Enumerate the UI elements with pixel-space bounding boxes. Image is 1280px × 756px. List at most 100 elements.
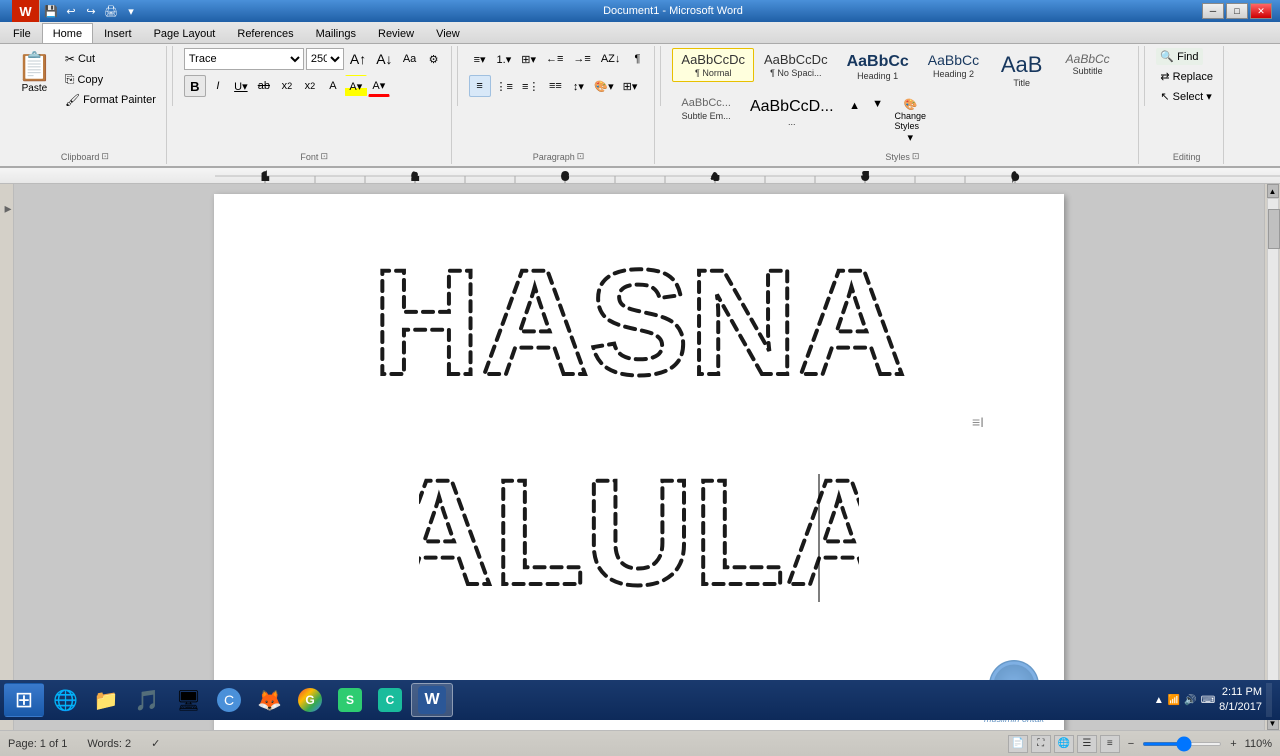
- cut-button[interactable]: ✂ Cut: [61, 50, 160, 68]
- outline-button[interactable]: ☰: [1077, 735, 1097, 753]
- text-line-1-svg: HASNA: [369, 244, 909, 404]
- tab-view[interactable]: View: [425, 23, 471, 43]
- separator-2: [457, 46, 458, 106]
- style-no-spacing[interactable]: AaBbCcDc ¶ No Spaci...: [755, 48, 837, 82]
- underline-button[interactable]: U▾: [230, 75, 252, 97]
- office-button[interactable]: W: [12, 0, 40, 22]
- select-button[interactable]: ↖ Select ▾: [1156, 88, 1215, 105]
- text-effects-button[interactable]: A: [322, 75, 344, 97]
- taskbar-right: ▲ 📶 🔊 ⌨ 2:11 PM 8/1/2017: [1154, 683, 1276, 717]
- close-button[interactable]: ✕: [1250, 3, 1272, 19]
- tab-mailings[interactable]: Mailings: [305, 23, 367, 43]
- taskbar-app2[interactable]: S: [331, 683, 369, 717]
- borders-button[interactable]: ⊞▾: [619, 75, 642, 97]
- numbering-button[interactable]: 1.▾: [493, 48, 516, 70]
- print-quick-btn[interactable]: 🖨: [102, 2, 120, 20]
- styles-scroll-down[interactable]: ▼: [867, 93, 889, 115]
- align-right-button[interactable]: ≡⋮: [518, 75, 543, 97]
- align-center-button[interactable]: ⋮≡: [492, 75, 517, 97]
- start-button[interactable]: ⊞: [4, 683, 44, 717]
- styles-expand-icon[interactable]: ⊡: [912, 151, 920, 162]
- change-styles-button[interactable]: 🎨 ChangeStyles ▾: [890, 93, 932, 149]
- styles-scroll-up[interactable]: ▲: [844, 95, 866, 117]
- shading-button[interactable]: 🎨▾: [590, 75, 617, 97]
- sort-button[interactable]: AZ↓: [597, 48, 625, 70]
- taskbar-app3[interactable]: C: [371, 683, 409, 717]
- full-screen-button[interactable]: ⛶: [1031, 735, 1051, 753]
- format-painter-button[interactable]: 🖌 Format Painter: [61, 91, 160, 109]
- print-layout-button[interactable]: 📄: [1008, 735, 1028, 753]
- taskbar-app1[interactable]: C: [210, 683, 248, 717]
- show-desktop-button[interactable]: [1266, 683, 1272, 717]
- style-normal[interactable]: AaBbCcDc ¶ Normal: [672, 48, 754, 82]
- paste-button[interactable]: 📋 Paste: [10, 48, 59, 99]
- font-dialog-button[interactable]: ⚙: [423, 48, 445, 70]
- taskbar-media[interactable]: 🎵: [128, 683, 167, 717]
- zoom-in-icon[interactable]: +: [1230, 738, 1236, 750]
- taskbar-display[interactable]: 🖥: [169, 683, 208, 717]
- shrink-font-button[interactable]: A↓: [372, 48, 396, 70]
- taskbar-firefox[interactable]: 🦊: [250, 683, 289, 717]
- grow-font-button[interactable]: A↑: [346, 48, 370, 70]
- document-area[interactable]: HASNA ALULA m: [14, 184, 1264, 730]
- subscript-button[interactable]: x2: [276, 75, 298, 97]
- minimize-button[interactable]: ─: [1202, 3, 1224, 19]
- bold-button[interactable]: B: [184, 75, 206, 97]
- taskbar-ie[interactable]: 🌐: [46, 683, 85, 717]
- highlight-button[interactable]: A▾: [345, 75, 367, 97]
- strikethrough-button[interactable]: ab: [253, 75, 275, 97]
- draft-button[interactable]: ≡: [1100, 735, 1120, 753]
- copy-button[interactable]: ⎘ Copy: [61, 70, 160, 89]
- tray-arrow[interactable]: ▲: [1154, 695, 1164, 706]
- undo-quick-btn[interactable]: ↩: [62, 2, 80, 20]
- clipboard-expand-icon[interactable]: ⊡: [101, 151, 109, 162]
- multilevel-button[interactable]: ⊞▾: [517, 48, 540, 70]
- clear-format-button[interactable]: Aa: [399, 48, 421, 70]
- align-left-button[interactable]: ≡: [469, 75, 491, 97]
- zoom-out-icon[interactable]: −: [1128, 738, 1134, 750]
- justify-button[interactable]: ≡≡: [544, 75, 566, 97]
- paragraph-expand-icon[interactable]: ⊡: [577, 151, 585, 162]
- find-button[interactable]: 🔍 Find: [1156, 48, 1202, 65]
- tab-page-layout[interactable]: Page Layout: [143, 23, 227, 43]
- taskbar-chrome[interactable]: G: [291, 683, 329, 717]
- tab-insert[interactable]: Insert: [93, 23, 143, 43]
- save-quick-btn[interactable]: 💾: [42, 2, 60, 20]
- tab-review[interactable]: Review: [367, 23, 425, 43]
- font-expand-icon[interactable]: ⊡: [320, 151, 328, 162]
- italic-button[interactable]: I: [207, 75, 229, 97]
- show-marks-button[interactable]: ¶: [626, 48, 648, 70]
- taskbar-word[interactable]: W: [411, 683, 453, 717]
- separator-1: [172, 46, 173, 106]
- tab-references[interactable]: References: [226, 23, 304, 43]
- align-row: ≡ ⋮≡ ≡⋮ ≡≡ ↕▾ 🎨▾ ⊞▾: [469, 75, 642, 97]
- taskbar-explorer[interactable]: 📁: [87, 683, 126, 717]
- replace-button[interactable]: ⇄ Replace: [1156, 68, 1217, 85]
- font-name-select[interactable]: Trace: [184, 48, 304, 70]
- superscript-button[interactable]: x2: [299, 75, 321, 97]
- maximize-button[interactable]: □: [1226, 3, 1248, 19]
- style-subtitle[interactable]: AaBbCc Subtitle: [1055, 48, 1120, 80]
- increase-indent-button[interactable]: →≡: [569, 48, 594, 70]
- scroll-up-button[interactable]: ▲: [1267, 184, 1279, 198]
- style-title[interactable]: AaB Title: [989, 48, 1054, 92]
- style-subtle-em[interactable]: AaBbCc... Subtle Em...: [672, 93, 740, 124]
- style-heading2[interactable]: AaBbCc Heading 2: [919, 48, 988, 83]
- customize-quick-btn[interactable]: ▾: [122, 2, 140, 20]
- tab-home[interactable]: Home: [42, 23, 93, 43]
- scroll-thumb[interactable]: [1268, 209, 1280, 249]
- zoom-slider[interactable]: [1142, 742, 1222, 746]
- document-page[interactable]: HASNA ALULA m: [214, 194, 1064, 730]
- redo-quick-btn[interactable]: ↪: [82, 2, 100, 20]
- style-more[interactable]: AaBbCcD... ...: [741, 93, 843, 130]
- mouse-cursor-indicator: ≡I: [972, 414, 984, 430]
- tab-file[interactable]: File: [2, 23, 42, 43]
- bullets-button[interactable]: ≡▾: [469, 48, 491, 70]
- line-spacing-button[interactable]: ↕▾: [567, 75, 589, 97]
- font-color-button[interactable]: A▾: [368, 75, 390, 97]
- style-heading1[interactable]: AaBbCc Heading 1: [838, 48, 918, 85]
- font-size-select[interactable]: 250: [306, 48, 344, 70]
- taskbar-clock[interactable]: 2:11 PM 8/1/2017: [1219, 685, 1262, 716]
- web-layout-button[interactable]: 🌐: [1054, 735, 1074, 753]
- decrease-indent-button[interactable]: ←≡: [542, 48, 567, 70]
